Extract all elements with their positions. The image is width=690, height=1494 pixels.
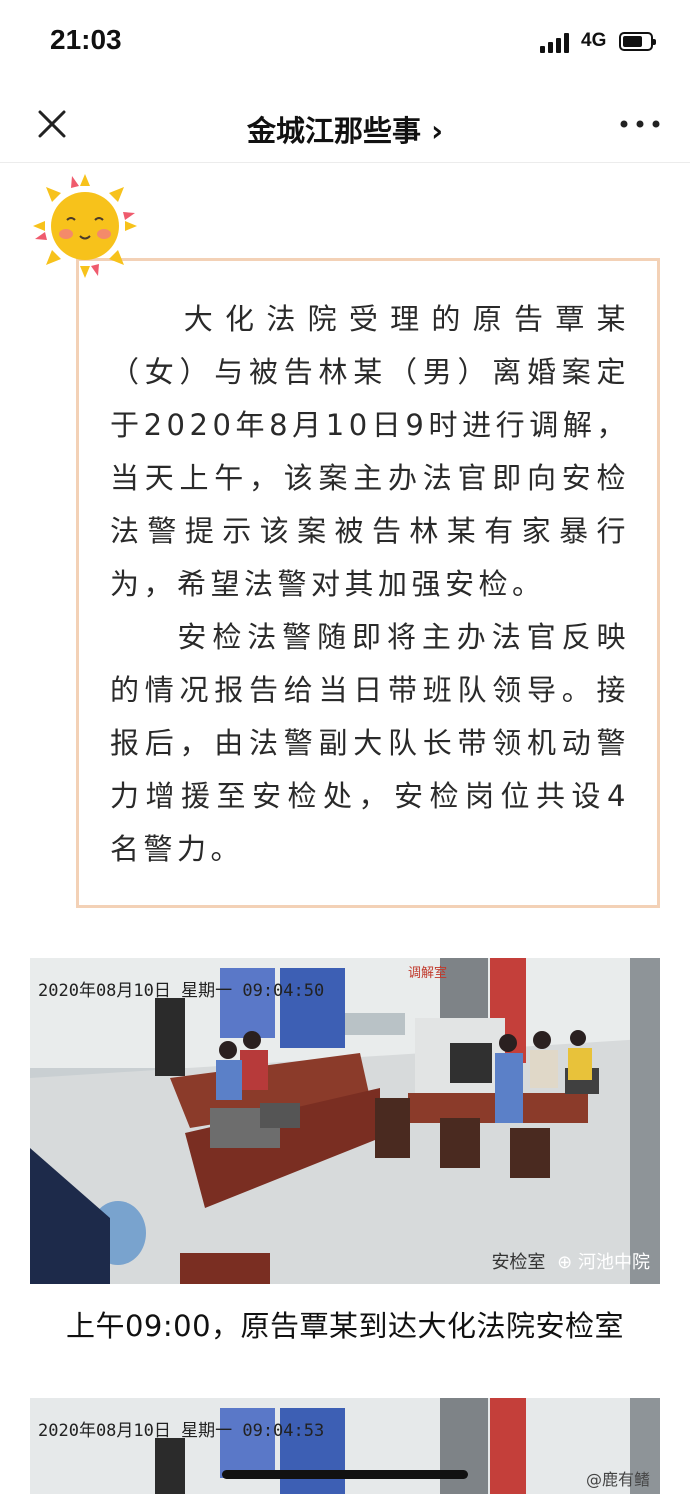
signal-icon xyxy=(540,33,574,53)
surveillance-photo-1[interactable]: 2020年08月10日 星期一 09:04:50 调解室 安检室 ⊕ 河池中院 xyxy=(30,958,660,1284)
home-indicator[interactable] xyxy=(222,1470,468,1479)
room-label: 安检室 xyxy=(491,1252,546,1273)
photo-1-caption: 上午09:00，原告覃某到达大化法院安检室 xyxy=(65,1309,625,1343)
surveillance-scene-2 xyxy=(30,1398,660,1494)
status-bar: 21:03 4G xyxy=(0,0,690,86)
photo-1-timestamp: 2020年08月10日 星期一 09:04:50 xyxy=(38,981,325,1001)
sun-icon xyxy=(33,174,137,278)
network-type: 4G xyxy=(581,30,607,51)
photo-watermark: 河池中院 xyxy=(578,1252,650,1273)
article-paragraph-1: 大化法院受理的原告覃某（女）与被告林某（男）离婚案定于2020年8月10日9时进… xyxy=(110,302,630,601)
surveillance-scene xyxy=(30,958,660,1284)
article-text-frame: 大化法院受理的原告覃某（女）与被告林某（男）离婚案定于2020年8月10日9时进… xyxy=(76,258,660,908)
nav-bar: 金城江那些事 › xyxy=(0,86,690,163)
wechat-icon: ⊕ xyxy=(557,1252,573,1273)
more-button[interactable] xyxy=(616,104,664,144)
door-sign: 调解室 xyxy=(408,966,448,981)
account-title-link[interactable]: 金城江那些事 › xyxy=(0,108,690,150)
photo-1-overlay: 安检室 ⊕ 河池中院 xyxy=(491,1248,650,1274)
more-icon xyxy=(620,120,660,128)
photo-2-timestamp: 2020年08月10日 星期一 09:04:53 xyxy=(38,1421,325,1441)
battery-icon xyxy=(619,32,656,51)
weibo-watermark: @鹿有鳍 xyxy=(586,1470,651,1489)
status-time: 21:03 xyxy=(50,24,122,55)
surveillance-photo-2[interactable]: 2020年08月10日 星期一 09:04:53 xyxy=(30,1398,660,1494)
article-paragraph-2: 安检法警随即将主办法官反映的情况报告给当日带班队领导。接报后，由法警副大队长带领… xyxy=(110,620,630,866)
